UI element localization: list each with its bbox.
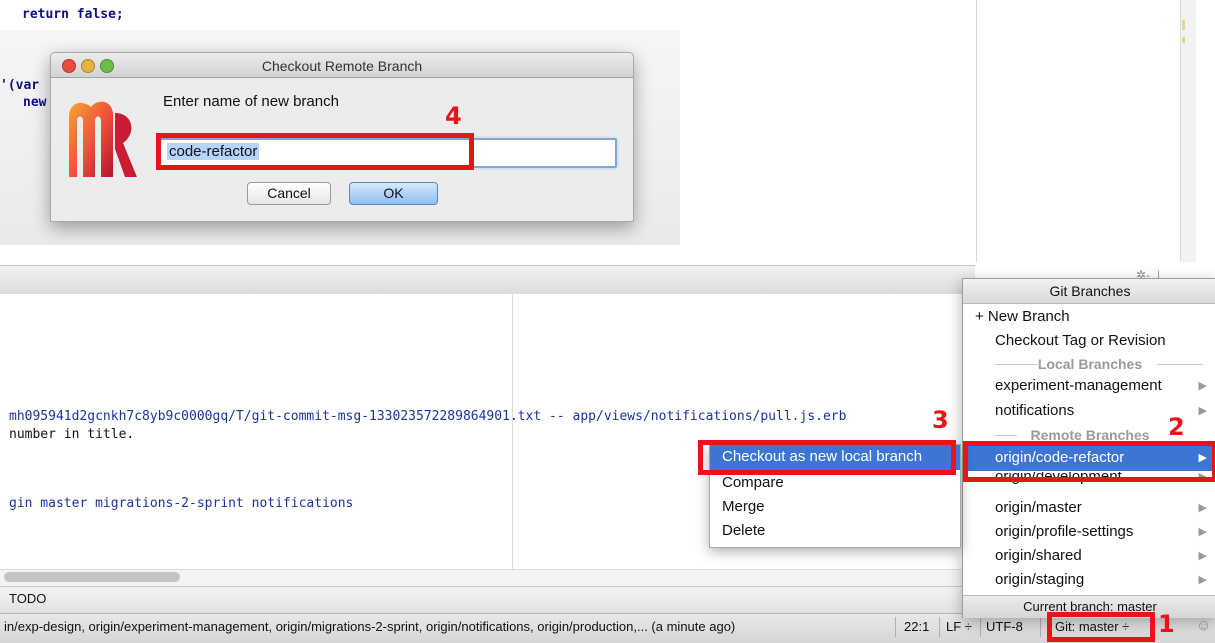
delete-item[interactable]: Delete <box>722 522 765 539</box>
log-entry: gin master migrations-2-sprint notificat… <box>9 496 354 511</box>
status-separator <box>895 617 896 637</box>
local-branches-label: Local Branches <box>1037 356 1143 372</box>
popup-title: Git Branches <box>963 279 1215 304</box>
header-rule <box>1157 364 1203 365</box>
branch-name: origin/shared <box>995 547 1082 564</box>
dialog-title: Checkout Remote Branch <box>261 58 423 74</box>
header-rule <box>995 364 1041 365</box>
branch-name: notifications <box>995 402 1075 419</box>
todo-tab[interactable]: TODO <box>9 591 46 606</box>
gutter-marker <box>1182 37 1185 43</box>
cursor-position[interactable]: 22:1 <box>904 619 929 634</box>
branch-name: origin/master <box>995 499 1082 516</box>
log-entry: number in title. <box>9 427 135 442</box>
annotation-number-3: 3 <box>932 406 949 434</box>
inspector-icon[interactable]: ☺ <box>1196 617 1211 634</box>
remote-branch-item[interactable]: origin/profile-settings ▶ <box>995 520 1213 544</box>
merge-item[interactable]: Merge <box>722 498 765 515</box>
status-separator <box>939 617 940 637</box>
remote-branch-item[interactable]: origin/master ▶ <box>995 496 1213 520</box>
remote-branch-item[interactable]: origin/staging ▶ <box>995 568 1213 592</box>
branch-name: origin/staging <box>995 571 1085 588</box>
header-rule <box>995 435 1017 436</box>
code-line: return false; <box>22 7 124 22</box>
remote-branch-item[interactable]: origin/shared ▶ <box>995 544 1213 568</box>
cancel-button[interactable]: Cancel <box>247 182 331 205</box>
status-message: in/exp-design, origin/experiment-managem… <box>4 619 736 634</box>
gutter-marker <box>1182 20 1185 30</box>
log-entry: mh095941d2gcnkh7c8yb9c0000gq/T/git-commi… <box>9 409 847 424</box>
submenu-arrow-icon: ▶ <box>1198 380 1207 392</box>
submenu-arrow-icon: ▶ <box>1198 502 1207 514</box>
submenu-arrow-icon: ▶ <box>1198 526 1207 538</box>
code-line: new <box>23 95 47 110</box>
log-divider <box>512 294 513 569</box>
submenu-arrow-icon: ▶ <box>1198 550 1207 562</box>
annotation-box-4 <box>156 133 474 170</box>
annotation-box-2 <box>963 441 1215 482</box>
submenu-arrow-icon: ▶ <box>1198 574 1207 586</box>
annotation-number-4: 4 <box>445 102 462 130</box>
editor-divider <box>976 0 977 262</box>
compare-item[interactable]: Compare <box>722 474 784 491</box>
annotation-number-2: 2 <box>1168 413 1185 441</box>
code-line: '(var <box>0 78 40 93</box>
annotation-box-1 <box>1047 612 1155 642</box>
scrollbar-thumb[interactable] <box>4 572 180 582</box>
branch-name: experiment-management <box>995 377 1162 394</box>
status-separator <box>1040 617 1041 637</box>
checkout-tag-item[interactable]: Checkout Tag or Revision <box>995 329 1213 353</box>
annotation-number-1: 1 <box>1158 610 1175 638</box>
branch-name: origin/profile-settings <box>995 523 1134 540</box>
new-branch-item[interactable]: + New Branch <box>975 305 1205 329</box>
line-separator-selector[interactable]: LF ÷ <box>946 619 972 634</box>
local-branches-header: Local Branches <box>963 354 1215 374</box>
dialog-titlebar[interactable]: Checkout Remote Branch <box>51 53 633 78</box>
status-separator <box>980 617 981 637</box>
local-branch-item[interactable]: experiment-management ▶ <box>995 374 1213 398</box>
rubymine-logo-icon <box>69 101 137 177</box>
submenu-arrow-icon: ▶ <box>1198 405 1207 417</box>
branch-name-prompt: Enter name of new branch <box>163 93 339 110</box>
annotation-box-3 <box>698 440 956 475</box>
tool-window-header <box>0 265 975 295</box>
file-encoding-selector[interactable]: UTF-8 <box>986 619 1023 634</box>
ok-button[interactable]: OK <box>349 182 438 205</box>
tool-window-bar <box>0 586 975 613</box>
